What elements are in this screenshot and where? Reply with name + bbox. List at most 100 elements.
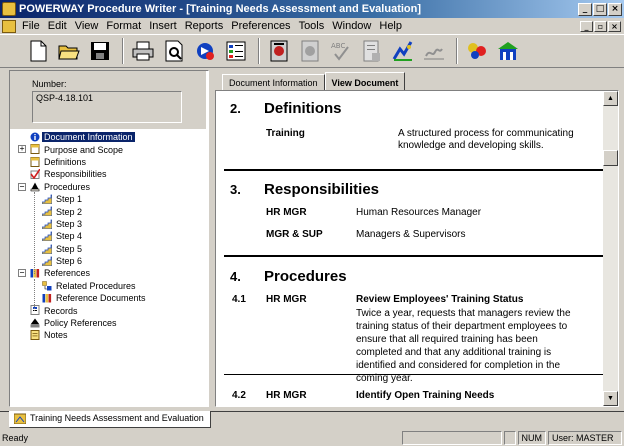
tree-item[interactable]: Policy References — [10, 317, 206, 329]
team-icon — [468, 43, 486, 59]
responsibility-role: HR MGR — [266, 207, 307, 218]
procedure-step-role: HR MGR — [266, 390, 307, 401]
scroll-thumb[interactable] — [603, 150, 618, 166]
tree-item[interactable]: − Procedures — [10, 181, 206, 193]
team-button[interactable] — [463, 37, 491, 65]
archive-button[interactable] — [296, 37, 324, 65]
responsibility-description: Managers & Supervisors — [356, 229, 466, 240]
status-panel-empty — [401, 431, 502, 445]
records-icon — [30, 305, 40, 316]
menu-reports[interactable]: Reports — [181, 20, 228, 32]
print-preview-button[interactable] — [160, 37, 188, 65]
print-button[interactable] — [129, 37, 157, 65]
section-title: Responsibilities — [264, 181, 380, 198]
tree-item[interactable]: Records — [10, 304, 206, 316]
tree-item[interactable]: Step 6 — [10, 255, 206, 267]
stairs-icon — [42, 194, 52, 204]
save-button[interactable] — [86, 37, 114, 65]
mdi-close-button[interactable]: × — [608, 20, 621, 32]
mdi-restore-button[interactable]: ▫ — [594, 20, 607, 32]
approve-button[interactable] — [265, 37, 293, 65]
menu-edit[interactable]: Edit — [44, 20, 71, 32]
notes-icon — [30, 330, 40, 341]
spellcheck-icon: ABC — [331, 42, 349, 61]
document-view[interactable]: 2. Definitions Training A structured pro… — [215, 90, 619, 407]
page-icon — [30, 144, 40, 155]
related-icon — [42, 280, 52, 291]
collapse-icon[interactable]: − — [18, 269, 26, 278]
menu-help[interactable]: Help — [375, 20, 406, 32]
menu-window[interactable]: Window — [328, 20, 375, 32]
title-bar[interactable]: POWERWAY Procedure Writer - [Training Ne… — [0, 0, 624, 18]
stairs-icon — [42, 256, 52, 266]
number-field[interactable]: QSP-4.18.101 — [32, 91, 182, 123]
tree-item[interactable]: Step 1 — [10, 193, 206, 205]
vertical-scrollbar[interactable]: ▲ ▼ — [603, 91, 618, 406]
stairs-icon — [42, 244, 52, 254]
save-icon — [91, 42, 109, 60]
section-number: 4. — [230, 269, 241, 284]
refresh-button[interactable] — [191, 37, 219, 65]
tree-item[interactable]: Definitions — [10, 156, 206, 168]
menu-insert[interactable]: Insert — [145, 20, 181, 32]
definition-text-line: knowledge and developing skills. — [398, 140, 544, 151]
tree-item[interactable]: + Purpose and Scope — [10, 143, 206, 155]
archive-icon — [301, 40, 319, 62]
menu-preferences[interactable]: Preferences — [227, 20, 294, 32]
signature-icon — [424, 48, 444, 60]
tree-item-label: Step 5 — [56, 243, 83, 254]
menu-view[interactable]: View — [71, 20, 103, 32]
procedures-icon — [30, 182, 40, 191]
tree-item[interactable]: − References — [10, 267, 206, 279]
building-button[interactable] — [494, 37, 522, 65]
tree-item[interactable]: Responsibilities — [10, 168, 206, 180]
document-icon[interactable] — [2, 19, 16, 33]
tree-item-label: Step 1 — [56, 194, 83, 205]
section-divider — [224, 169, 604, 171]
spellcheck-button[interactable]: ABC — [327, 37, 355, 65]
signature-button[interactable] — [420, 37, 448, 65]
outline-button[interactable] — [222, 37, 250, 65]
menu-tools[interactable]: Tools — [295, 20, 329, 32]
number-label: Number: — [32, 79, 67, 89]
section-divider — [224, 255, 604, 257]
close-button[interactable]: × — [608, 2, 622, 16]
menu-file[interactable]: File — [18, 20, 44, 32]
stairs-icon — [42, 206, 52, 217]
tree-item-label: Step 2 — [56, 206, 83, 217]
tree-item-label: Procedures — [44, 181, 91, 192]
tree-item[interactable]: Related Procedures — [10, 280, 206, 292]
document-tab-label: Training Needs Assessment and Evaluation — [30, 413, 204, 423]
chart-button[interactable] — [389, 37, 417, 65]
page-icon — [30, 156, 40, 167]
tree-item[interactable]: Notes — [10, 329, 206, 341]
tab-view-document[interactable]: View Document — [324, 72, 406, 92]
tree-item[interactable]: Step 5 — [10, 243, 206, 255]
app-icon[interactable] — [2, 2, 16, 16]
tree-item[interactable]: Step 2 — [10, 205, 206, 217]
report-button[interactable] — [358, 37, 386, 65]
maximize-button[interactable]: □ — [593, 2, 607, 16]
outline-icon — [226, 41, 246, 61]
tree-item[interactable]: Step 3 — [10, 218, 206, 230]
document-tab[interactable]: Training Needs Assessment and Evaluation — [9, 411, 211, 428]
user-indicator: User: MASTER — [548, 431, 622, 445]
tree-item-label: Purpose and Scope — [44, 144, 124, 155]
tree-item[interactable]: Reference Documents — [10, 292, 206, 304]
report-icon — [363, 40, 380, 62]
definition-term: Training — [266, 128, 305, 139]
new-document-button[interactable] — [24, 37, 52, 65]
scroll-up-button[interactable]: ▲ — [603, 91, 618, 106]
minimize-button[interactable]: _ — [578, 2, 592, 16]
tree-item[interactable]: Step 4 — [10, 230, 206, 242]
new-document-icon — [30, 40, 47, 62]
responsibility-role: MGR & SUP — [266, 229, 323, 240]
definition-text-line: A structured process for communicating — [398, 128, 574, 139]
expand-icon[interactable]: + — [18, 145, 26, 154]
open-button[interactable] — [55, 37, 83, 65]
scroll-down-button[interactable]: ▼ — [603, 391, 618, 406]
tree-item[interactable]: Document Information — [10, 131, 206, 143]
collapse-icon[interactable]: − — [18, 182, 26, 191]
mdi-minimize-button[interactable]: _ — [580, 20, 593, 32]
menu-format[interactable]: Format — [102, 20, 145, 32]
